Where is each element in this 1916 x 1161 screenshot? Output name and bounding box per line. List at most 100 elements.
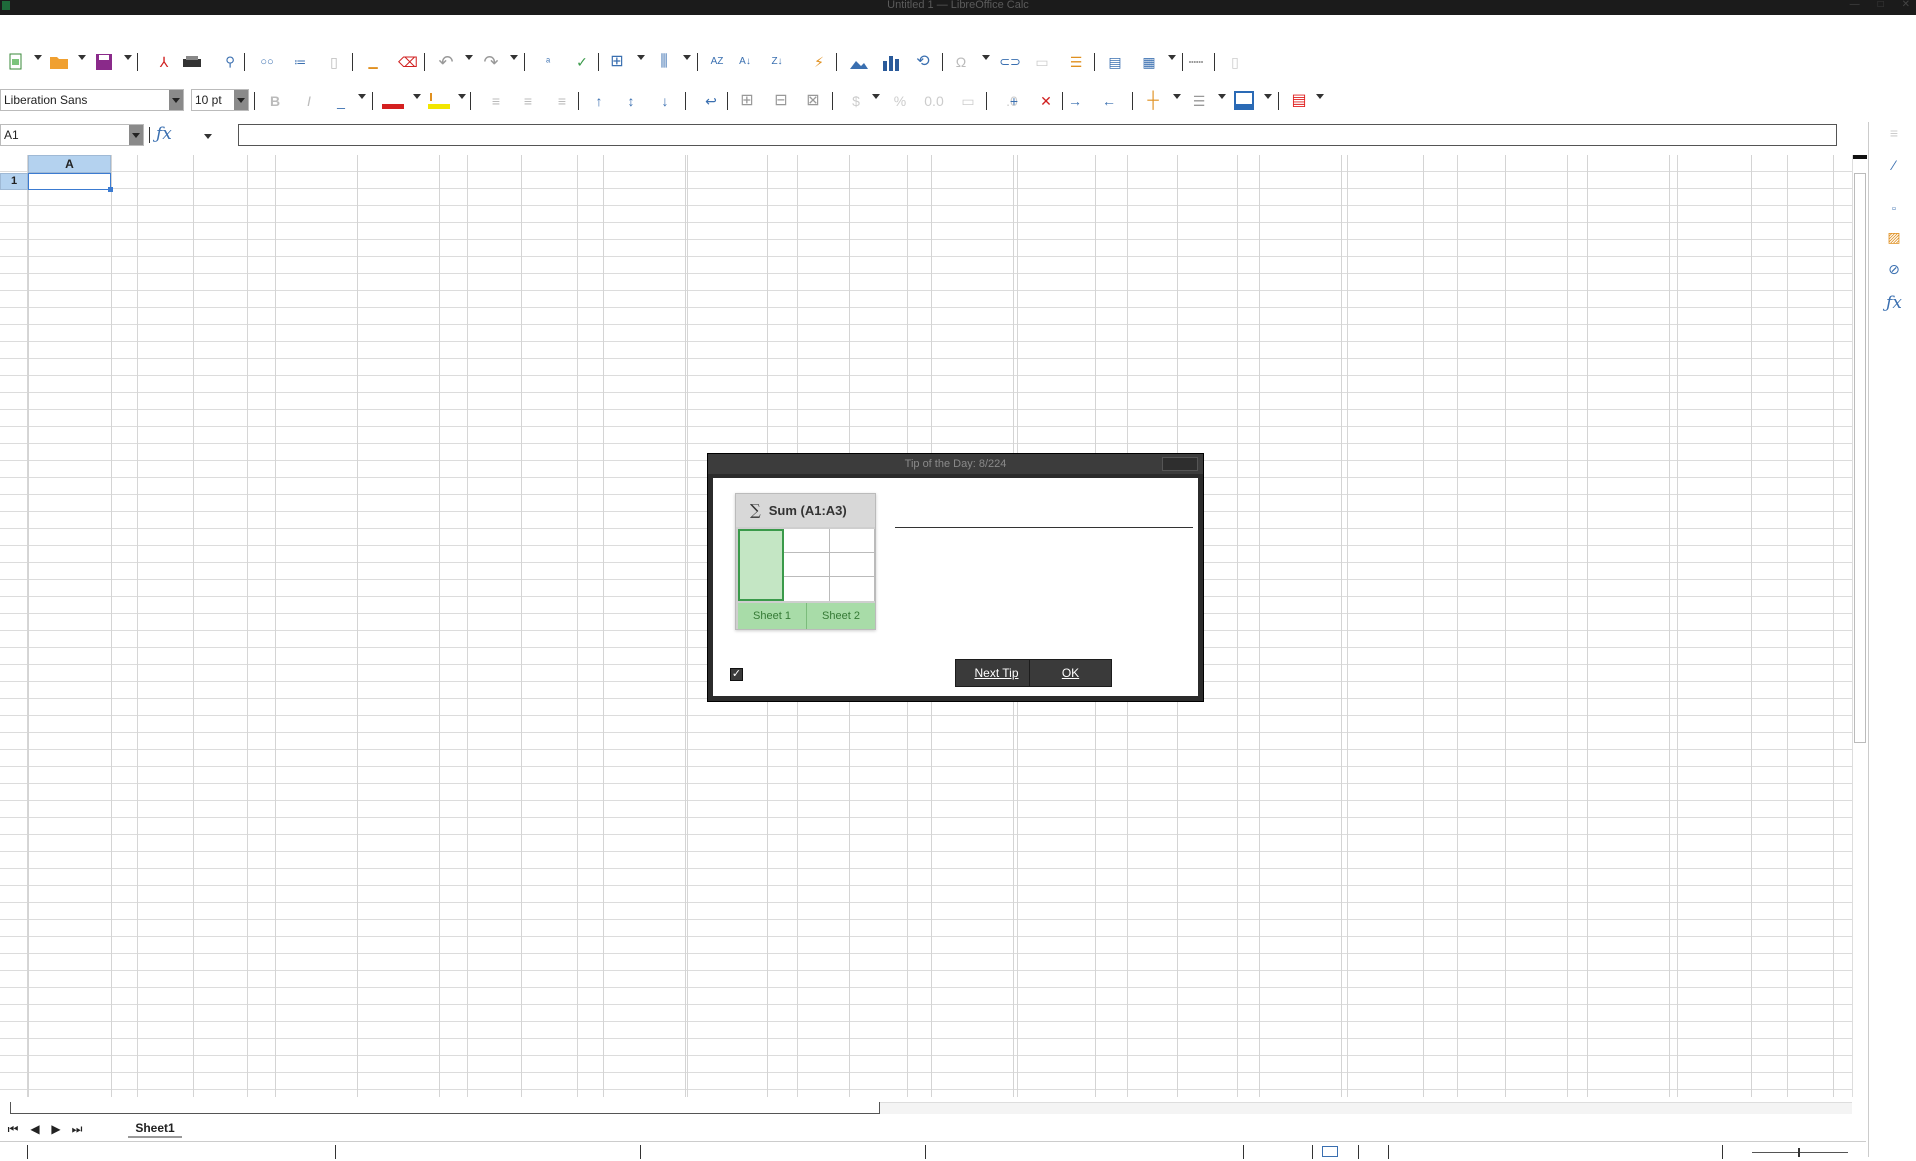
properties-icon[interactable]: ⁄ [1883,154,1905,176]
align-bottom-icon[interactable]: ↓ [656,89,674,113]
zoom-slider[interactable] [1752,1148,1848,1157]
redo-dropdown-icon[interactable] [510,55,518,60]
freeze-rows-columns-icon[interactable]: ▦ [1138,50,1160,74]
navigator-icon[interactable]: ⊘ [1883,258,1905,280]
special-character-dropdown-icon[interactable] [982,55,990,60]
borders-icon[interactable]: ┼ [1142,89,1164,113]
merge-cells-icon[interactable]: ⊟ [770,89,792,113]
sidebar-menu-icon[interactable]: ≡ [1883,122,1905,144]
align-right-icon[interactable]: ≡ [552,89,572,113]
center-vertically-icon[interactable]: ↕ [622,89,640,113]
selected-cell-a1[interactable] [28,173,113,192]
new-document-icon[interactable] [6,50,26,74]
split-window-icon[interactable]: ┄┄ [1184,50,1208,74]
font-size-combo[interactable]: 10 pt [191,89,249,111]
autofilter-icon[interactable]: ⚡ [810,50,828,74]
unmerge-cells-icon[interactable]: ⊠ [802,89,824,113]
previous-sheet-icon[interactable]: ◀ [26,1121,44,1137]
bold-icon[interactable]: B [266,89,284,113]
border-style-icon[interactable]: ☰ [1188,89,1210,113]
headers-footers-icon[interactable]: ☰ [1066,50,1086,74]
font-color-icon[interactable] [380,89,406,113]
underline-dropdown-icon[interactable] [358,94,366,99]
vertical-scrollbar[interactable] [1852,155,1867,1097]
next-tip-button[interactable]: Next Tip [955,659,1038,687]
close-icon[interactable]: ✕ [1902,0,1910,10]
format-date-icon[interactable]: ▭ [958,89,978,113]
increase-indent-icon[interactable]: → [1066,89,1084,113]
percent-icon[interactable]: % [890,89,910,113]
border-color-dropdown-icon[interactable] [1264,94,1272,99]
row-header-1[interactable]: 1 [0,173,28,190]
highlight-color-icon[interactable] [426,89,452,113]
function-dropdown-icon[interactable] [204,134,212,139]
new-dropdown-icon[interactable] [34,55,42,60]
gallery-icon[interactable]: ▨ [1883,226,1905,248]
merge-center-icon[interactable]: ⊞ [736,89,758,113]
delete-decimal-icon[interactable]: ✕ [1036,89,1056,113]
special-character-icon[interactable]: Ω [950,50,972,74]
open-dropdown-icon[interactable] [78,55,86,60]
freeze-dropdown-icon[interactable] [1168,55,1176,60]
highlight-dropdown-icon[interactable] [458,94,466,99]
wrap-text-icon[interactable]: ↩ [702,89,720,113]
name-box[interactable]: A1 [0,124,144,146]
conditional-format-dropdown-icon[interactable] [1316,94,1324,99]
find-replace-icon[interactable]: ᵃ [538,50,558,74]
align-center-icon[interactable]: ≡ [518,89,538,113]
open-folder-icon[interactable] [48,50,70,74]
copy-icon[interactable]: ≔ [290,50,310,74]
functions-icon[interactable]: ƒx [1883,292,1905,314]
horizontal-scroll-track[interactable] [880,1102,1852,1114]
sort-ascending-icon[interactable]: A↓ [736,50,754,74]
row-icon[interactable]: ⊞ [606,50,628,74]
hyperlink-icon[interactable]: ⊂⊃ [998,50,1022,74]
function-wizard-icon[interactable]: ƒx [156,124,172,144]
save-dropdown-icon[interactable] [124,55,132,60]
first-sheet-icon[interactable]: ⏮ [4,1121,22,1137]
row-dropdown-icon[interactable] [637,55,645,60]
fill-handle[interactable] [108,187,113,192]
column-dropdown-icon[interactable] [683,55,691,60]
ok-button[interactable]: OK [1029,659,1112,687]
last-sheet-icon[interactable]: ⏭ [68,1121,86,1137]
sort-descending-icon[interactable]: Z↓ [768,50,786,74]
font-size-dropdown-icon[interactable] [234,90,248,110]
next-sheet-icon[interactable]: ▶ [47,1121,65,1137]
vertical-scroll-thumb[interactable] [1854,173,1866,743]
add-decimal-plus-icon[interactable]: + [1004,89,1024,113]
number-format-dropdown-icon[interactable] [872,94,880,99]
italic-icon[interactable]: I [300,89,318,113]
underline-icon[interactable]: _ [332,89,350,113]
font-name-combo[interactable]: Liberation Sans [0,89,184,111]
styles-icon[interactable]: ▫ [1883,198,1905,220]
spelling-icon[interactable]: ✓ [572,50,592,74]
align-left-icon[interactable]: ≡ [486,89,506,113]
undo-icon[interactable]: ↶ [436,50,456,74]
column-header-a[interactable]: A [28,155,111,173]
insert-chart-icon[interactable] [880,50,902,74]
show-tips-checkbox[interactable]: ✓ [730,668,743,681]
font-color-dropdown-icon[interactable] [413,94,421,99]
name-box-dropdown-icon[interactable] [129,125,143,145]
decrease-indent-icon[interactable]: ← [1100,89,1118,113]
paste-icon[interactable]: ▯ [324,50,344,74]
selection-mode-icon[interactable] [1322,1146,1338,1157]
column-icon[interactable]: ⫼ [653,50,675,74]
show-draw-functions-icon[interactable]: ▯ [1226,50,1244,74]
clone-formatting-icon[interactable]: ▁ [364,50,382,74]
comment-icon[interactable]: ▭ [1032,50,1052,74]
minimize-icon[interactable]: — [1850,0,1860,10]
pivot-table-icon[interactable]: ⟲ [912,50,934,74]
cut-icon[interactable]: ○○ [256,50,278,74]
conditional-format-icon[interactable]: ▤ [1288,89,1310,113]
dialog-close-button[interactable] [1162,457,1198,471]
align-top-icon[interactable]: ↑ [590,89,608,113]
font-name-dropdown-icon[interactable] [169,90,183,110]
formula-input[interactable] [238,124,1837,146]
export-pdf-icon[interactable]: ⅄ [155,50,173,74]
save-icon[interactable] [93,50,115,74]
horizontal-scrollbar[interactable] [10,1102,880,1114]
number-format-icon[interactable]: $ [846,89,866,113]
sort-icon[interactable]: AZ [706,50,728,74]
